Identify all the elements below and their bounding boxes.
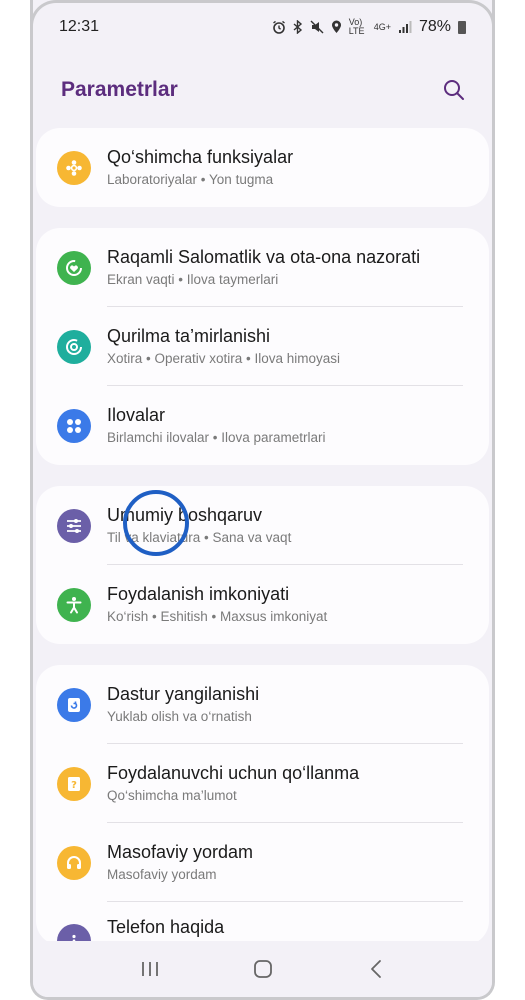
search-icon [444,80,464,100]
puzzle-icon [57,150,91,185]
settings-item-digital-wellbeing[interactable]: Raqamli Salomatlik va ota-ona nazorati E… [36,228,489,307]
settings-item-general-management[interactable]: Umumiy boshqaruv Til va klaviatura • San… [36,486,489,565]
settings-item-remote-support[interactable]: Masofaviy yordam Masofaviy yordam [36,823,489,902]
item-subtitle: Yuklab olish va o‘rnatish [107,708,252,724]
headset-icon [57,845,91,880]
settings-group-4: Dastur yangilanishi Yuklab olish va o‘rn… [36,665,489,945]
bluetooth-icon [293,20,303,34]
item-subtitle: Laboratoriyalar • Yon tugma [107,171,274,187]
mute-icon [310,20,324,34]
search-button[interactable] [440,76,468,104]
item-title: Raqamli Salomatlik va ota-ona nazorati [107,246,421,267]
item-subtitle: Qo‘shimcha ma’lumot [107,787,237,803]
update-icon [57,687,91,722]
signal-icon [398,20,412,34]
status-time: 12:31 [59,18,100,35]
home-icon [253,960,272,978]
status-icons: Vo) LTE 4G+ 78% [272,18,466,36]
recent-apps-button[interactable] [130,949,170,989]
alarm-icon [272,20,286,34]
settings-item-user-manual[interactable]: ? Foydalanuvchi uchun qo‘llanma Qo‘shimc… [36,744,489,823]
item-subtitle: Masofaviy yordam [107,866,217,882]
settings-item-apps[interactable]: Ilovalar Birlamchi ilovalar • Ilova para… [36,386,489,465]
settings-header: Parametrlar [61,76,468,104]
phone-frame: 12:31 Vo) LTE 4G+ 78% Parametrlar Qo‘shi… [30,0,495,1000]
network-type: 4G+ [373,22,391,32]
recent-apps-icon [141,962,158,976]
sliders-icon [57,508,91,543]
manual-icon: ? [57,766,91,801]
item-subtitle: Ekran vaqti • Ilova taymerlari [107,271,279,287]
settings-group-3: Umumiy boshqaruv Til va klaviatura • San… [36,486,489,644]
settings-item-device-care[interactable]: Qurilma ta’mirlanishi Xotira • Operativ … [36,307,489,386]
item-title: Qurilma ta’mirlanishi [107,325,271,346]
heart-icon [57,250,91,285]
apps-icon [57,408,91,443]
item-subtitle: Birlamchi ilovalar • Ilova parametrlari [107,429,326,445]
page-title: Parametrlar [61,78,178,101]
item-subtitle: Xotira • Operativ xotira • Ilova himoyas… [107,350,341,366]
back-icon [370,960,381,978]
navigation-bar [33,941,492,997]
settings-group-2: Raqamli Salomatlik va ota-ona nazorati E… [36,228,489,465]
location-icon [331,20,342,34]
item-subtitle: Ko‘rish • Eshitish • Maxsus imkoniyat [107,608,328,624]
item-title: Dastur yangilanishi [107,683,260,704]
settings-item-software-update[interactable]: Dastur yangilanishi Yuklab olish va o‘rn… [36,665,489,744]
item-title: Umumiy boshqaruv [107,504,263,525]
item-title: Foydalanuvchi uchun qo‘llanma [107,762,360,783]
settings-item-accessibility[interactable]: Foydalanish imkoniyati Ko‘rish • Eshitis… [36,565,489,644]
status-bar: 12:31 Vo) LTE 4G+ 78% [33,0,492,48]
settings-screen: 12:31 Vo) LTE 4G+ 78% Parametrlar Qo‘shi… [33,0,492,997]
item-title: Masofaviy yordam [107,841,254,862]
home-button[interactable] [243,949,283,989]
device-care-icon [57,329,91,364]
network-label: Vo) LTE [348,17,365,36]
battery-icon [458,20,466,34]
item-subtitle: Til va klaviatura • Sana va vaqt [107,529,292,545]
back-button[interactable] [356,949,396,989]
item-title: Foydalanish imkoniyati [107,583,290,604]
settings-group-1: Qo‘shimcha funksiyalar Laboratoriyalar •… [36,128,489,207]
settings-item-advanced-features[interactable]: Qo‘shimcha funksiyalar Laboratoriyalar •… [36,128,489,207]
item-title: Qo‘shimcha funksiyalar [107,146,294,167]
svg-text:?: ? [71,780,77,791]
settings-item-about-phone[interactable]: Telefon haqida [36,902,489,945]
item-title: Ilovalar [107,404,166,425]
item-title: Telefon haqida [107,917,225,937]
accessibility-icon [57,587,91,622]
battery-percent: 78% [418,18,451,35]
